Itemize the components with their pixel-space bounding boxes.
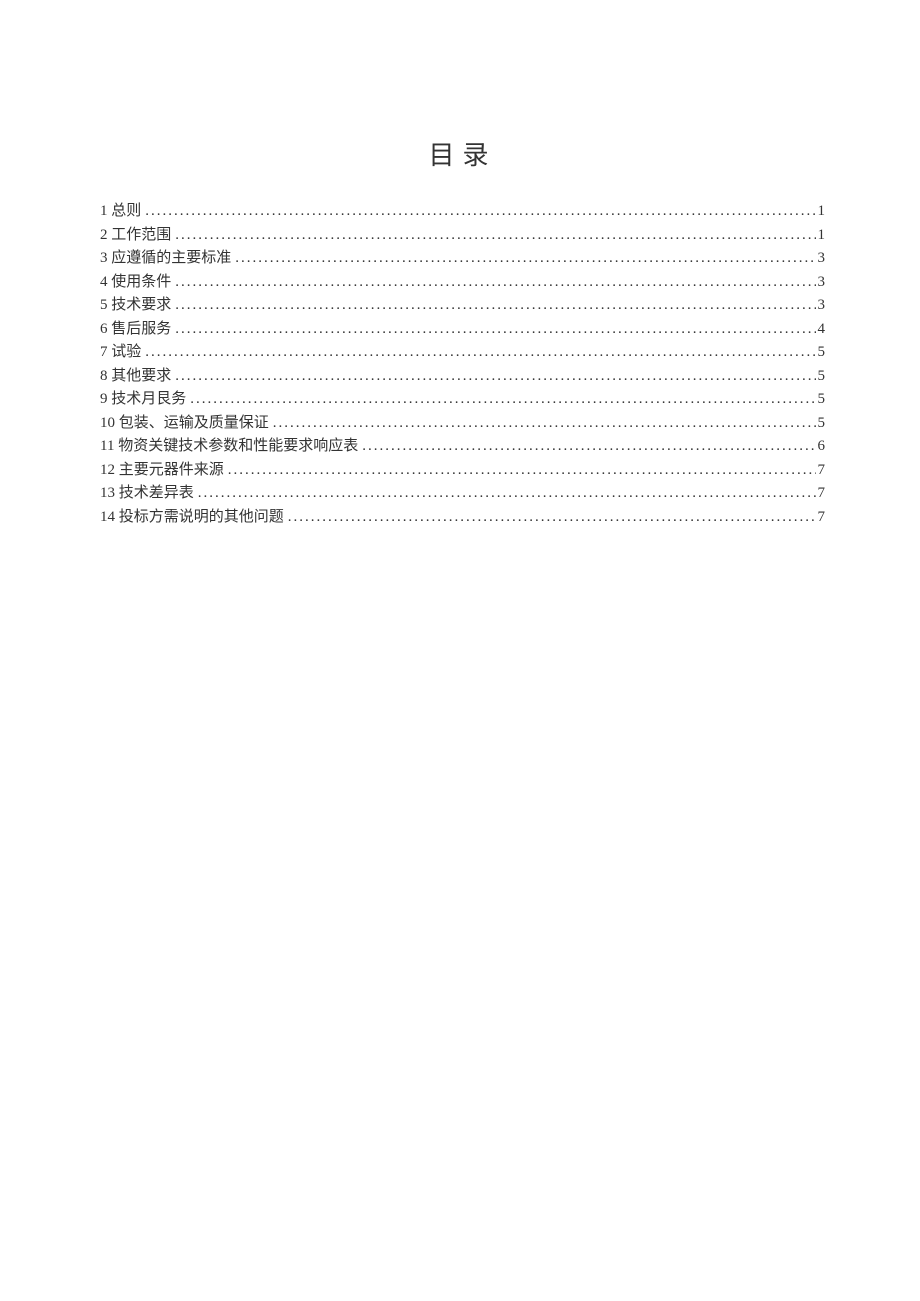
toc-item: 6 售后服务 4 [100, 322, 825, 337]
toc-dots [228, 463, 816, 478]
toc-entry-label: 4 使用条件 [100, 275, 175, 290]
toc-dots [190, 392, 815, 407]
toc-entry-label: 3 应遵循的主要标准 [100, 251, 235, 266]
toc-item: 12 主要元器件来源 7 [100, 463, 825, 478]
toc-entry-page: 6 [816, 439, 826, 454]
toc-entry-page: 7 [816, 486, 826, 501]
toc-entry-page: 1 [816, 228, 826, 243]
toc-entry-page: 1 [816, 204, 826, 219]
toc-entry-page: 7 [816, 463, 826, 478]
toc-item: 1 总则 1 [100, 204, 825, 219]
toc-item: 10 包装、运输及质量保证 5 [100, 416, 825, 431]
toc-entry-label: 12 主要元器件来源 [100, 463, 228, 478]
toc-item: 4 使用条件 3 [100, 275, 825, 290]
toc-dots [175, 369, 815, 384]
toc-item: 5 技术要求 3 [100, 298, 825, 313]
toc-entry-label: 13 技术差异表 [100, 486, 198, 501]
toc-entry-label: 9 技术月艮务 [100, 392, 190, 407]
toc-dots [145, 345, 815, 360]
toc-item: 3 应遵循的主要标准 3 [100, 251, 825, 266]
toc-entry-page: 5 [816, 392, 826, 407]
toc-item: 9 技术月艮务 5 [100, 392, 825, 407]
toc-entry-page: 3 [816, 298, 826, 313]
toc-list: 1 总则 1 2 工作范围 1 3 应遵循的主要标准 3 4 使用条件 3 5 … [100, 204, 825, 525]
toc-dots [273, 416, 816, 431]
toc-dots [175, 228, 815, 243]
toc-entry-page: 5 [816, 369, 826, 384]
toc-item: 7 试验 5 [100, 345, 825, 360]
toc-entry-label: 10 包装、运输及质量保证 [100, 416, 273, 431]
toc-dots [288, 510, 816, 525]
toc-dots [145, 204, 815, 219]
toc-item: 2 工作范围 1 [100, 228, 825, 243]
toc-dots [362, 439, 815, 454]
toc-entry-label: 14 投标方需说明的其他问题 [100, 510, 288, 525]
toc-dots [235, 251, 815, 266]
toc-entry-page: 3 [816, 275, 826, 290]
toc-entry-page: 5 [816, 345, 826, 360]
toc-entry-page: 4 [816, 322, 826, 337]
toc-dots [175, 275, 815, 290]
toc-item: 14 投标方需说明的其他问题 7 [100, 510, 825, 525]
toc-entry-label: 2 工作范围 [100, 228, 175, 243]
toc-item: 13 技术差异表 7 [100, 486, 825, 501]
toc-item: 8 其他要求 5 [100, 369, 825, 384]
toc-entry-label: 7 试验 [100, 345, 145, 360]
toc-entry-page: 7 [816, 510, 826, 525]
toc-entry-page: 3 [816, 251, 826, 266]
toc-dots [198, 486, 816, 501]
toc-entry-page: 5 [816, 416, 826, 431]
toc-entry-label: 8 其他要求 [100, 369, 175, 384]
toc-dots [175, 322, 815, 337]
toc-entry-label: 6 售后服务 [100, 322, 175, 337]
toc-item: 11 物资关键技术参数和性能要求响应表 6 [100, 439, 825, 454]
toc-dots [175, 298, 815, 313]
toc-title: 目录 [100, 135, 825, 172]
toc-entry-label: 1 总则 [100, 204, 145, 219]
toc-entry-label: 5 技术要求 [100, 298, 175, 313]
toc-entry-label: 11 物资关键技术参数和性能要求响应表 [100, 439, 362, 454]
